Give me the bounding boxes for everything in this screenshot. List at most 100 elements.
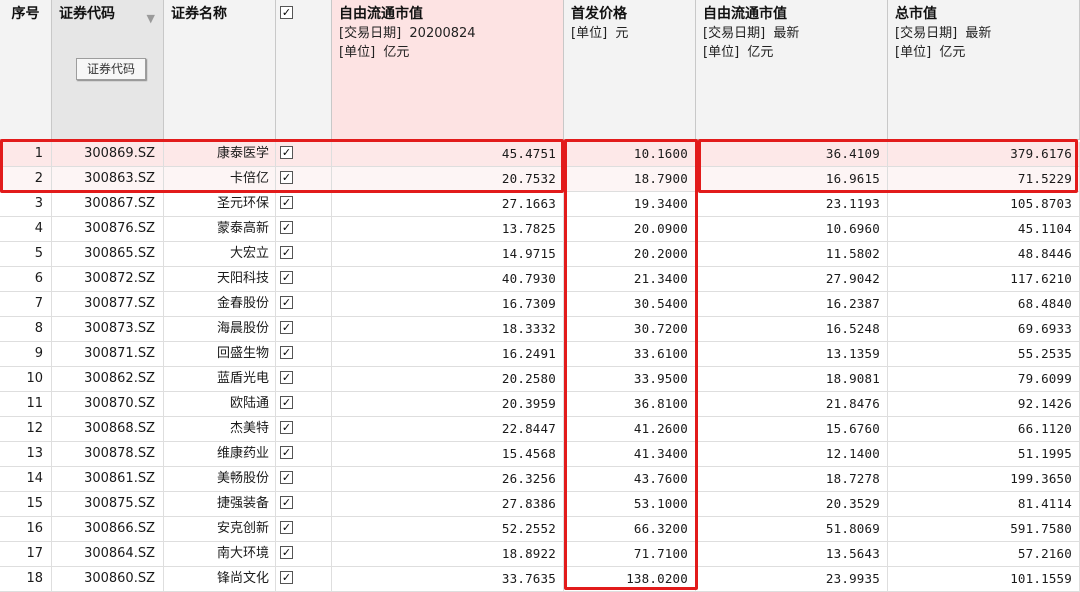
table-row[interactable]: 5 300865.SZ 大宏立 ✓ 14.9715 20.2000 11.5802 48.84…: [0, 242, 1080, 267]
row-total-mc: 45.1104: [888, 217, 1080, 241]
row-ipo-price: 43.7600: [564, 467, 696, 491]
table-row[interactable]: 18 300860.SZ 锋尚文化 ✓ 33.7635 138.0200 23.9935 10…: [0, 567, 1080, 592]
row-ipo-price: 41.3400: [564, 442, 696, 466]
row-checkbox-input[interactable]: ✓: [280, 196, 293, 209]
row-checkbox-input[interactable]: ✓: [280, 546, 293, 559]
table-row[interactable]: 8 300873.SZ 海晨股份 ✓ 18.3332 30.7200 16.5248 69.6…: [0, 317, 1080, 342]
row-ffmc-latest: 15.6760: [696, 417, 888, 441]
row-total-mc: 105.8703: [888, 192, 1080, 216]
header-total-mc[interactable]: 总市值 [交易日期] 最新 [单位] 亿元: [888, 0, 1080, 140]
row-checkbox-input[interactable]: ✓: [280, 296, 293, 309]
row-code: 300878.SZ: [52, 442, 164, 466]
row-code: 300876.SZ: [52, 217, 164, 241]
row-code: 300867.SZ: [52, 192, 164, 216]
row-ffmc-date: 16.7309: [332, 292, 564, 316]
row-ipo-price: 66.3200: [564, 517, 696, 541]
row-name: 捷强装备: [164, 492, 276, 516]
header-name[interactable]: 证券名称: [164, 0, 276, 140]
row-checkbox-input[interactable]: ✓: [280, 346, 293, 359]
row-ffmc-latest: 23.9935: [696, 567, 888, 591]
row-checkbox-input[interactable]: ✓: [280, 146, 293, 159]
row-name: 回盛生物: [164, 342, 276, 366]
row-checkbox-input[interactable]: ✓: [280, 396, 293, 409]
row-ffmc-latest: 13.5643: [696, 542, 888, 566]
row-ffmc-latest: 18.9081: [696, 367, 888, 391]
row-seq: 17: [0, 542, 52, 566]
table-row[interactable]: 6 300872.SZ 天阳科技 ✓ 40.7930 21.3400 27.9042 117.…: [0, 267, 1080, 292]
row-checkbox-input[interactable]: ✓: [280, 521, 293, 534]
row-checkbox-input[interactable]: ✓: [280, 421, 293, 434]
row-checkbox-input[interactable]: ✓: [280, 446, 293, 459]
table-row[interactable]: 4 300876.SZ 蒙泰高新 ✓ 13.7825 20.0900 10.6960 45.1…: [0, 217, 1080, 242]
row-ffmc-latest: 13.1359: [696, 342, 888, 366]
row-ffmc-latest: 16.2387: [696, 292, 888, 316]
dragged-column-button[interactable]: 证券代码: [76, 58, 146, 80]
table-row[interactable]: 17 300864.SZ 南大环境 ✓ 18.8922 71.7100 13.5643 57.…: [0, 542, 1080, 567]
table-row[interactable]: 11 300870.SZ 欧陆通 ✓ 20.3959 36.8100 21.8476 92.1…: [0, 392, 1080, 417]
row-seq: 2: [0, 167, 52, 191]
table-row[interactable]: 14 300861.SZ 美畅股份 ✓ 26.3256 43.7600 18.7278 199…: [0, 467, 1080, 492]
row-checkbox: ✓: [276, 292, 332, 316]
row-name: 杰美特: [164, 417, 276, 441]
row-code: 300864.SZ: [52, 542, 164, 566]
header-ffmc-date[interactable]: 自由流通市值 [交易日期] 20200824 [单位] 亿元: [332, 0, 564, 140]
row-ffmc-latest: 11.5802: [696, 242, 888, 266]
table-row[interactable]: 9 300871.SZ 回盛生物 ✓ 16.2491 33.6100 13.1359 55.2…: [0, 342, 1080, 367]
row-checkbox-input[interactable]: ✓: [280, 496, 293, 509]
row-seq: 3: [0, 192, 52, 216]
row-total-mc: 591.7580: [888, 517, 1080, 541]
table-row[interactable]: 16 300866.SZ 安克创新 ✓ 52.2552 66.3200 51.8069 591…: [0, 517, 1080, 542]
row-checkbox-input[interactable]: ✓: [280, 471, 293, 484]
row-checkbox-input[interactable]: ✓: [280, 171, 293, 184]
row-ffmc-latest: 16.5248: [696, 317, 888, 341]
row-ffmc-latest: 20.3529: [696, 492, 888, 516]
header-check[interactable]: ✓: [276, 0, 332, 140]
row-seq: 8: [0, 317, 52, 341]
row-total-mc: 55.2535: [888, 342, 1080, 366]
table-row[interactable]: 3 300867.SZ 圣元环保 ✓ 27.1663 19.3400 23.1193 105.…: [0, 192, 1080, 217]
row-total-mc: 117.6210: [888, 267, 1080, 291]
row-code: 300869.SZ: [52, 142, 164, 166]
row-checkbox: ✓: [276, 392, 332, 416]
header-seq[interactable]: 序号: [0, 0, 52, 140]
header-seq-label: 序号: [11, 6, 40, 22]
select-all-checkbox[interactable]: ✓: [280, 6, 293, 19]
row-checkbox: ✓: [276, 267, 332, 291]
row-name: 欧陆通: [164, 392, 276, 416]
table-row[interactable]: 15 300875.SZ 捷强装备 ✓ 27.8386 53.1000 20.3529 81.…: [0, 492, 1080, 517]
row-code: 300875.SZ: [52, 492, 164, 516]
table-row[interactable]: 10 300862.SZ 蓝盾光电 ✓ 20.2580 33.9500 18.9081 79.…: [0, 367, 1080, 392]
row-ipo-price: 71.7100: [564, 542, 696, 566]
table-row[interactable]: 13 300878.SZ 维康药业 ✓ 15.4568 41.3400 12.1400 51.…: [0, 442, 1080, 467]
table-row[interactable]: 2 300863.SZ 卡倍亿 ✓ 20.7532 18.7900 16.9615 71.52…: [0, 167, 1080, 192]
header-ffmc-latest[interactable]: 自由流通市值 [交易日期] 最新 [单位] 亿元: [696, 0, 888, 140]
row-code: 300862.SZ: [52, 367, 164, 391]
table-row[interactable]: 1 300869.SZ 康泰医学 ✓ 45.4751 10.1600 36.4109 379.…: [0, 142, 1080, 167]
row-checkbox-input[interactable]: ✓: [280, 221, 293, 234]
row-total-mc: 379.6176: [888, 142, 1080, 166]
row-name: 蒙泰高新: [164, 217, 276, 241]
row-checkbox-input[interactable]: ✓: [280, 271, 293, 284]
row-seq: 16: [0, 517, 52, 541]
row-checkbox-input[interactable]: ✓: [280, 571, 293, 584]
row-name: 海晨股份: [164, 317, 276, 341]
row-ffmc-date: 33.7635: [332, 567, 564, 591]
row-ffmc-date: 15.4568: [332, 442, 564, 466]
row-ipo-price: 33.9500: [564, 367, 696, 391]
row-name: 圣元环保: [164, 192, 276, 216]
row-ffmc-date: 14.9715: [332, 242, 564, 266]
header-ffmc-latest-line1: [交易日期] 最新: [703, 26, 800, 41]
row-name: 卡倍亿: [164, 167, 276, 191]
header-ipo-price[interactable]: 首发价格 [单位] 元: [564, 0, 696, 140]
table-row[interactable]: 12 300868.SZ 杰美特 ✓ 22.8447 41.2600 15.6760 66.1…: [0, 417, 1080, 442]
row-checkbox-input[interactable]: ✓: [280, 321, 293, 334]
sort-down-icon[interactable]: ▼: [147, 9, 155, 28]
row-checkbox-input[interactable]: ✓: [280, 246, 293, 259]
table-row[interactable]: 7 300877.SZ 金春股份 ✓ 16.7309 30.5400 16.2387 68.4…: [0, 292, 1080, 317]
header-code[interactable]: 证券代码 ▼ 证券代码: [52, 0, 164, 140]
row-name: 维康药业: [164, 442, 276, 466]
row-checkbox: ✓: [276, 417, 332, 441]
row-ipo-price: 41.2600: [564, 417, 696, 441]
row-total-mc: 92.1426: [888, 392, 1080, 416]
row-checkbox-input[interactable]: ✓: [280, 371, 293, 384]
